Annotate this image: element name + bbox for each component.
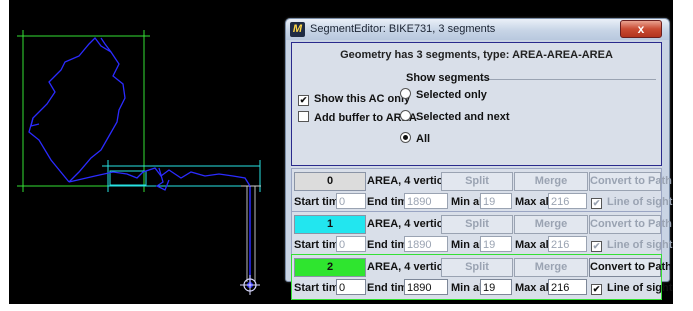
radio-label: Selected only (416, 89, 487, 101)
radio-button[interactable] (400, 88, 411, 99)
max-alt-field[interactable]: 216 (548, 236, 587, 252)
show-segments-legend: Show segments (406, 72, 490, 84)
line-of-sight-checkbox[interactable]: ✔ Line of sight (591, 282, 672, 295)
segment-row-2: 2 AREA, 4 vertices Split Merge Convert t… (291, 254, 672, 300)
radio-selected-only[interactable]: Selected only (400, 88, 487, 101)
merge-button[interactable]: Merge (514, 172, 588, 191)
min-alt-field[interactable]: 19 (480, 279, 512, 295)
window-title: SegmentEditor: BIKE731, 3 segments (310, 23, 496, 35)
checkbox-label: Show this AC only (314, 93, 411, 105)
merge-button[interactable]: Merge (514, 258, 588, 277)
max-alt-field[interactable]: 216 (548, 193, 587, 209)
segment-select-button[interactable]: 0 (294, 172, 366, 191)
max-alt-label: Max alt (515, 239, 553, 251)
max-alt-label: Max alt (515, 282, 553, 294)
waypoint-icon[interactable] (240, 275, 260, 295)
convert-to-path-button[interactable]: Convert to Path (589, 215, 672, 234)
end-time-field[interactable]: 1890 (404, 236, 448, 252)
radio-button[interactable] (400, 110, 411, 121)
end-time-field[interactable]: 1890 (404, 279, 448, 295)
checkbox-box[interactable]: ✔ (298, 95, 309, 106)
min-alt-field[interactable]: 19 (480, 236, 512, 252)
start-time-field[interactable]: 0 (336, 279, 366, 295)
start-time-field[interactable]: 0 (336, 236, 366, 252)
start-time-field[interactable]: 0 (336, 193, 366, 209)
end-time-field[interactable]: 1890 (404, 193, 448, 209)
title-bar[interactable]: M SegmentEditor: BIKE731, 3 segments x (286, 19, 669, 40)
checkbox-box[interactable] (298, 111, 309, 122)
checkbox-label: Line of sight (607, 239, 673, 251)
line-of-sight-checkbox[interactable]: ✔ Line of sight (591, 196, 672, 209)
split-button[interactable]: Split (441, 172, 513, 191)
area-segment-0-outline (241, 185, 261, 282)
segment-row-0: 0 AREA, 4 vertices Split Merge Convert t… (291, 168, 672, 215)
split-button[interactable]: Split (441, 215, 513, 234)
radio-button[interactable] (400, 132, 411, 143)
show-segments-group: Show segments Selected only Selected and… (400, 70, 658, 160)
radio-selected-and-next[interactable]: Selected and next (400, 110, 510, 123)
merge-button[interactable]: Merge (514, 215, 588, 234)
min-alt-field[interactable]: 19 (480, 193, 512, 209)
checkbox-label: Line of sight (607, 196, 673, 208)
segment-select-button[interactable]: 1 (294, 215, 366, 234)
close-icon[interactable]: x (620, 20, 662, 38)
radio-label: Selected and next (416, 111, 510, 123)
max-alt-field[interactable]: 216 (548, 279, 587, 295)
split-button[interactable]: Split (441, 258, 513, 277)
line-of-sight-checkbox[interactable]: ✔ Line of sight (591, 239, 672, 252)
convert-to-path-button[interactable]: Convert to Path (589, 172, 672, 191)
max-alt-label: Max alt (515, 196, 553, 208)
checkbox-box[interactable]: ✔ (591, 284, 602, 295)
convert-to-path-button[interactable]: Convert to Path (589, 258, 672, 277)
header-panel: Geometry has 3 segments, type: AREA-AREA… (291, 42, 662, 166)
radio-all[interactable]: All (400, 132, 430, 145)
segment-select-button[interactable]: 2 (294, 258, 366, 277)
show-this-ac-only-checkbox[interactable]: ✔ Show this AC only (298, 93, 410, 106)
app-icon: M (290, 22, 305, 37)
segment-editor-window[interactable]: M SegmentEditor: BIKE731, 3 segments x G… (285, 18, 672, 300)
window-content: Geometry has 3 segments, type: AREA-AREA… (291, 42, 672, 300)
group-divider (472, 79, 656, 80)
checkbox-box[interactable]: ✔ (591, 241, 602, 252)
checkbox-label: Line of sight (607, 282, 673, 294)
radio-label: All (416, 133, 431, 145)
checkbox-box[interactable]: ✔ (591, 198, 602, 209)
flight-track (28, 37, 251, 191)
segment-row-1: 1 AREA, 4 vertices Split Merge Convert t… (291, 211, 672, 258)
geometry-summary: Geometry has 3 segments, type: AREA-AREA… (340, 49, 613, 61)
